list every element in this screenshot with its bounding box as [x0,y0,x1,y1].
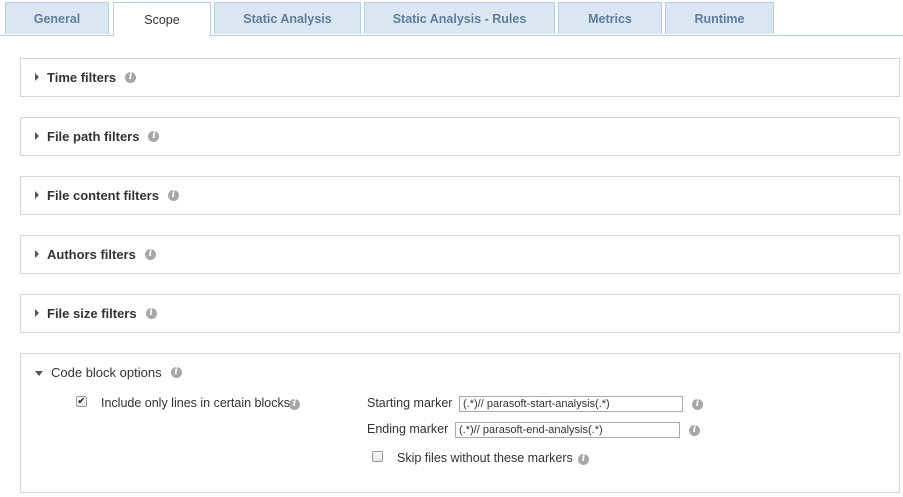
caret-right-icon [35,250,39,258]
authors-filters-title: Authors filters [47,246,136,262]
caret-right-icon [35,132,39,140]
time-filters-panel: Time filters i [20,58,900,97]
tab-runtime[interactable]: Runtime [665,2,774,34]
code-block-options-panel: Code block options i ✔ Include only line… [20,353,900,493]
include-only-lines-checkbox[interactable]: ✔ [76,396,87,407]
ending-marker-input[interactable] [455,422,680,438]
file-content-filters-title: File content filters [47,187,159,203]
file-size-filters-title: File size filters [47,305,137,321]
caret-right-icon [35,309,39,317]
file-path-filters-header[interactable]: File path filters i [21,118,899,154]
info-icon[interactable]: i [170,366,182,378]
authors-filters-header[interactable]: Authors filters i [21,236,899,272]
time-filters-title: Time filters [47,69,117,85]
info-icon[interactable]: i [144,248,156,260]
caret-right-icon [35,73,39,81]
skip-files-checkbox[interactable] [372,451,383,462]
tab-static-analysis[interactable]: Static Analysis [214,2,361,34]
code-block-options-header[interactable]: Code block options i [21,354,899,390]
info-icon[interactable]: i [689,425,700,436]
info-icon[interactable]: i [145,307,157,319]
info-icon[interactable]: i [167,189,179,201]
info-icon[interactable]: i [125,71,137,83]
tab-general[interactable]: General [5,2,109,34]
tab-static-analysis-rules[interactable]: Static Analysis - Rules [364,2,555,34]
file-content-filters-panel: File content filters i [20,176,900,215]
info-icon[interactable]: i [692,399,703,410]
info-icon[interactable]: i [289,399,300,410]
code-block-options-title: Code block options [51,364,162,380]
file-size-filters-panel: File size filters i [20,294,900,333]
info-icon[interactable]: i [148,130,160,142]
tab-metrics[interactable]: Metrics [558,2,662,34]
caret-down-icon [35,371,43,376]
file-size-filters-header[interactable]: File size filters i [21,295,899,331]
file-path-filters-title: File path filters [47,128,140,144]
tab-scope[interactable]: Scope [113,2,211,36]
time-filters-header[interactable]: Time filters i [21,59,899,95]
info-icon[interactable]: i [578,454,589,465]
caret-right-icon [35,191,39,199]
include-only-lines-label: Include only lines in certain blocks [101,396,290,410]
starting-marker-label: Starting marker [367,396,453,410]
tab-bar: General Scope Static Analysis Static Ana… [0,0,903,36]
file-path-filters-panel: File path filters i [20,117,900,156]
skip-files-label: Skip files without these markers [397,451,573,465]
authors-filters-panel: Authors filters i [20,235,900,274]
ending-marker-label: Ending marker [367,422,449,436]
starting-marker-input[interactable] [459,396,683,412]
file-content-filters-header[interactable]: File content filters i [21,177,899,213]
